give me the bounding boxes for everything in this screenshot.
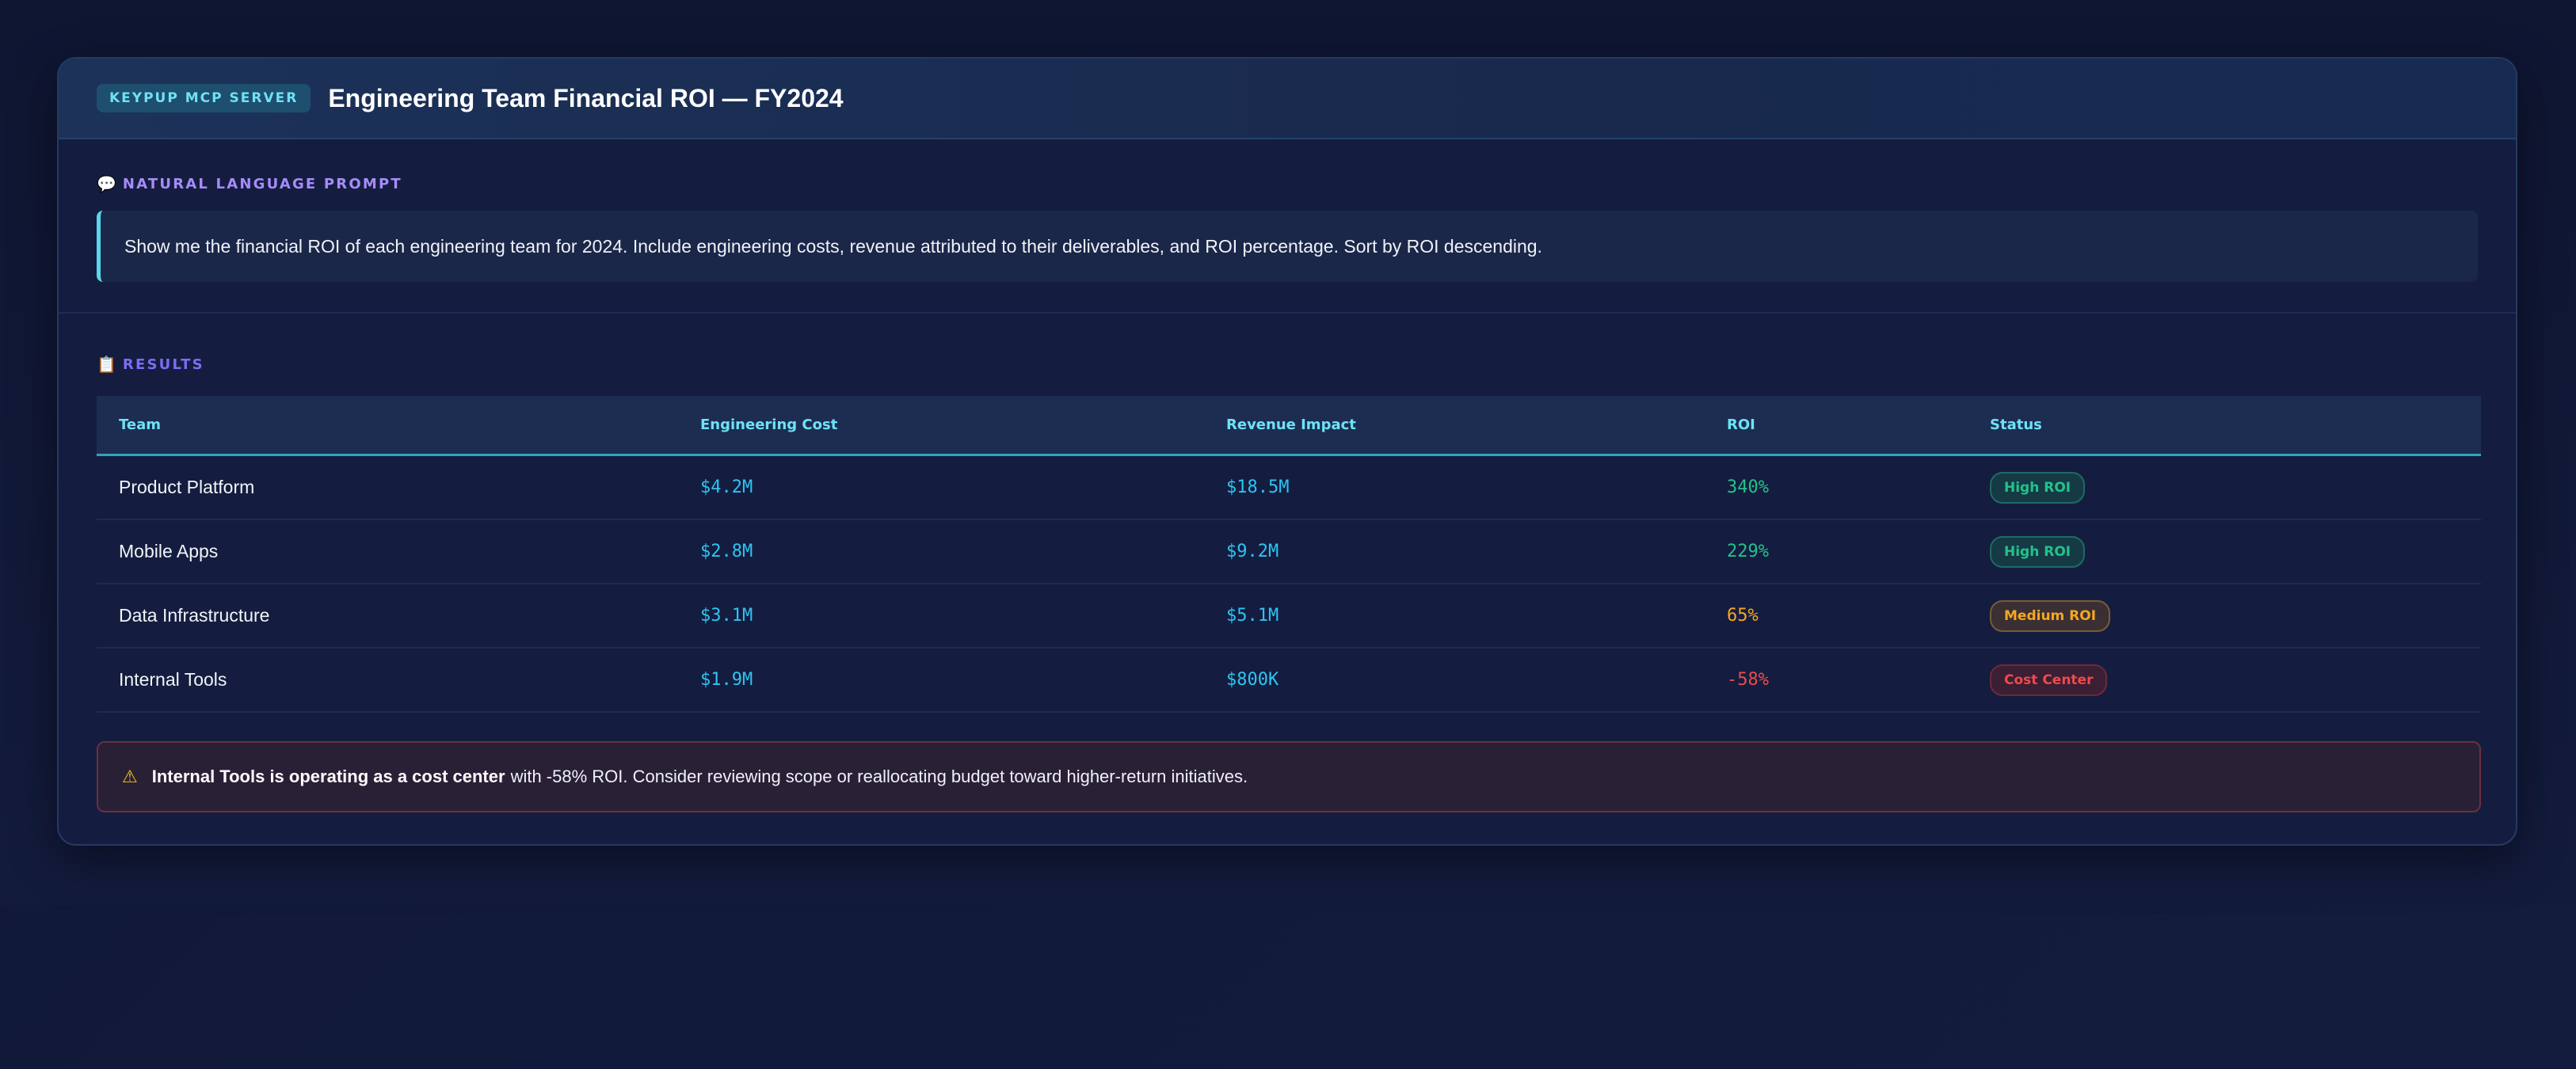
column-header-roi: ROI <box>1727 417 1755 433</box>
status-badge: High ROI <box>1990 471 2086 504</box>
warning-icon: ⚠ <box>122 767 138 786</box>
roi-cell: 340% <box>1727 477 1769 497</box>
revenue-impact-cell: $9.2M <box>1226 542 1279 561</box>
team-cell: Data Infrastructure <box>119 605 270 626</box>
roi-cell: 65% <box>1727 606 1759 626</box>
results-section: 📋 RESULTS Team Engineering Cost Revenue … <box>59 314 2516 812</box>
result-card: KEYPUP MCP SERVER Engineering Team Finan… <box>57 57 2517 846</box>
results-label-text: RESULTS <box>122 356 204 373</box>
status-cell: Medium ROI <box>1990 599 2481 632</box>
table-row: Mobile Apps $2.8M $9.2M 229% High ROI <box>97 520 2481 584</box>
clipboard-icon: 📋 <box>97 355 116 374</box>
column-header-revenue-impact: Revenue Impact <box>1226 417 1356 433</box>
table-row: Internal Tools $1.9M $800K -58% Cost Cen… <box>97 649 2481 713</box>
column-header-engineering-cost: Engineering Cost <box>700 417 838 433</box>
status-cell: Cost Center <box>1990 664 2481 696</box>
revenue-impact-cell: $5.1M <box>1226 606 1279 626</box>
engineering-cost-cell: $4.2M <box>700 477 753 497</box>
alert-bold-text: Internal Tools is operating as a cost ce… <box>151 767 505 786</box>
page-title: Engineering Team Financial ROI — FY2024 <box>328 83 844 112</box>
card-header: KEYPUP MCP SERVER Engineering Team Finan… <box>59 59 2516 139</box>
table-row: Product Platform $4.2M $18.5M 340% High … <box>97 456 2481 520</box>
revenue-impact-cell: $800K <box>1226 670 1279 690</box>
team-cell: Internal Tools <box>119 669 227 690</box>
roi-cell: 229% <box>1727 542 1769 561</box>
column-header-status: Status <box>1990 417 2042 433</box>
prompt-text: Show me the financial ROI of each engine… <box>124 235 1542 257</box>
results-section-label: 📋 RESULTS <box>97 355 2478 374</box>
engineering-cost-cell: $2.8M <box>700 542 753 561</box>
server-badge: KEYPUP MCP SERVER <box>97 84 311 112</box>
speech-bubble-icon: 💬 <box>97 174 116 193</box>
status-badge: Cost Center <box>1990 664 2108 696</box>
results-table: Team Engineering Cost Revenue Impact ROI… <box>97 396 2481 713</box>
status-badge: Medium ROI <box>1990 599 2111 632</box>
status-cell: High ROI <box>1990 535 2481 568</box>
engineering-cost-cell: $3.1M <box>700 606 753 626</box>
table-header-row: Team Engineering Cost Revenue Impact ROI… <box>97 396 2481 456</box>
prompt-section: 💬 NATURAL LANGUAGE PROMPT Show me the fi… <box>59 139 2516 314</box>
team-cell: Mobile Apps <box>119 541 219 561</box>
roi-cell: -58% <box>1727 670 1769 690</box>
alert-text: with -58% ROI. Consider reviewing scope … <box>510 767 1248 786</box>
prompt-section-label: 💬 NATURAL LANGUAGE PROMPT <box>97 174 2478 193</box>
prompt-label-text: NATURAL LANGUAGE PROMPT <box>122 175 402 192</box>
column-header-team: Team <box>119 417 161 433</box>
status-badge: High ROI <box>1990 535 2086 568</box>
engineering-cost-cell: $1.9M <box>700 670 753 690</box>
team-cell: Product Platform <box>119 477 255 497</box>
cost-center-alert: ⚠ Internal Tools is operating as a cost … <box>97 741 2481 812</box>
prompt-text-box: Show me the financial ROI of each engine… <box>97 211 2478 282</box>
table-row: Data Infrastructure $3.1M $5.1M 65% Medi… <box>97 584 2481 649</box>
status-cell: High ROI <box>1990 471 2481 504</box>
revenue-impact-cell: $18.5M <box>1226 477 1290 497</box>
